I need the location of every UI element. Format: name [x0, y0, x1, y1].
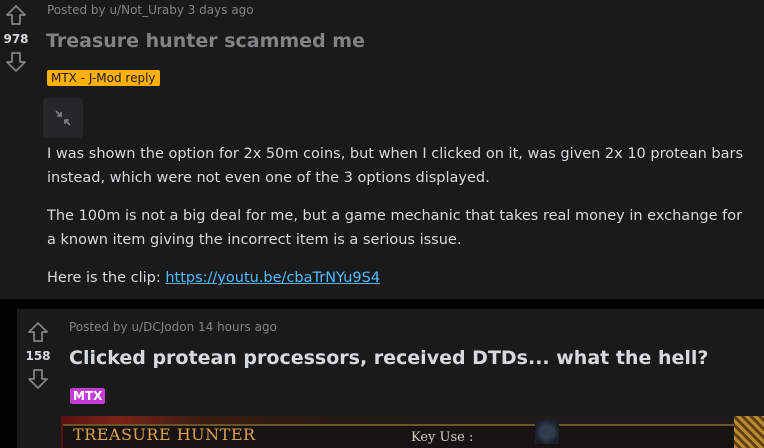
post-flair[interactable]: MTX	[70, 388, 106, 404]
post-flair[interactable]: MTX - J-Mod reply	[47, 70, 160, 86]
collapse-button[interactable]	[43, 98, 83, 138]
body-paragraph: I was shown the option for 2x 50m coins,…	[47, 146, 744, 186]
ornament-icon	[734, 416, 764, 448]
preview-title: TREASURE HUNTER	[73, 425, 256, 444]
post-title[interactable]: Treasure hunter scammed me	[46, 28, 365, 54]
body-paragraph: The 100m is not a big deal for me, but a…	[47, 208, 743, 248]
body-paragraph: Here is the clip: https://youtu.be/cbaTr…	[47, 266, 752, 290]
vote-score: 158	[25, 349, 51, 363]
post-meta[interactable]: Posted by u/DCJodon 14 hours ago	[69, 319, 277, 335]
collapse-arrows-icon	[55, 110, 71, 126]
post-card[interactable]: 158 Posted by u/DCJodon 14 hours ago Cli…	[17, 309, 764, 448]
post-body: I was shown the option for 2x 50m coins,…	[47, 142, 752, 290]
post-card[interactable]: 978 Posted by u/Not_Uraby 3 days ago Tre…	[0, 0, 764, 299]
image-preview[interactable]: TREASURE HUNTER Key Use :	[61, 416, 764, 448]
downvote-arrow-icon[interactable]	[4, 50, 28, 74]
downvote-arrow-icon[interactable]	[26, 367, 50, 391]
vote-column: 978	[2, 3, 30, 74]
ornament-icon	[535, 420, 559, 444]
upvote-arrow-icon[interactable]	[26, 320, 50, 344]
upvote-arrow-icon[interactable]	[4, 3, 28, 27]
clip-label: Here is the clip:	[47, 270, 166, 286]
vote-score: 978	[3, 32, 29, 46]
post-title[interactable]: Clicked protean processors, received DTD…	[69, 345, 708, 371]
vote-column: 158	[24, 320, 52, 391]
post-meta[interactable]: Posted by u/Not_Uraby 3 days ago	[47, 2, 254, 18]
clip-link[interactable]: https://youtu.be/cbaTrNYu9S4	[165, 270, 380, 286]
preview-key-label: Key Use :	[411, 430, 474, 445]
